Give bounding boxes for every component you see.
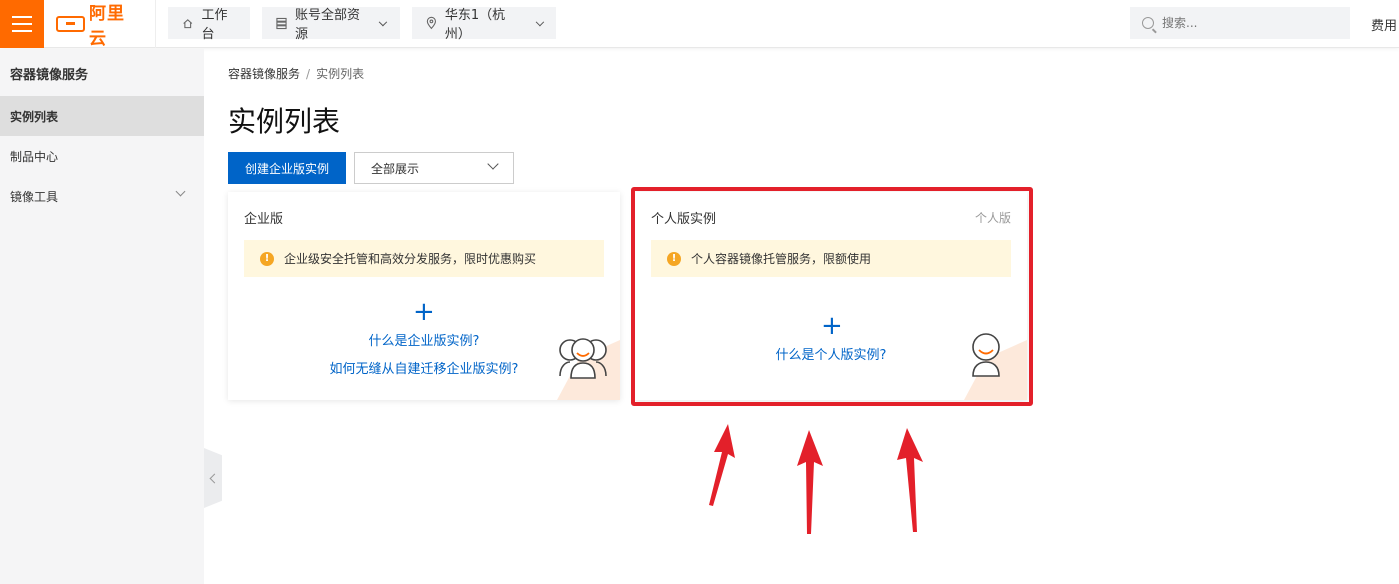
sidebar-item-artifact-center[interactable]: 制品中心 (0, 136, 204, 176)
fee-menu[interactable]: 费用 (1371, 15, 1397, 34)
red-arrow-icon (797, 430, 823, 534)
hamburger-menu-icon[interactable] (0, 0, 44, 48)
account-resources-label: 账号全部资源 (294, 8, 360, 42)
aliyun-logo[interactable]: 阿里云 (56, 0, 156, 49)
red-arrow-icon (709, 424, 735, 506)
chevron-down-icon (535, 17, 544, 26)
enterprise-instance-card: 企业版 ! 企业级安全托管和高效分发服务，限时优惠购买 + 什么是企业版实例? … (228, 192, 620, 400)
sidebar-item-instance-list[interactable]: 实例列表 (0, 96, 204, 136)
sidebar-title: 容器镜像服务 (10, 68, 89, 83)
add-enterprise-instance-icon[interactable]: + (413, 299, 435, 325)
search-input[interactable] (1162, 16, 1322, 30)
enterprise-notice: ! 企业级安全托管和高效分发服务，限时优惠购买 (244, 240, 604, 277)
display-filter-value: 全部展示 (371, 161, 420, 176)
sidebar-collapse-handle[interactable] (204, 448, 222, 508)
sidebar-item-label: 实例列表 (10, 109, 59, 124)
breadcrumb: 容器镜像服务 / 实例列表 (228, 67, 365, 81)
top-bar: 阿里云 工作台 账号全部资源 华东1（杭州） 费用 (0, 0, 1399, 49)
notice-text: 企业级安全托管和高效分发服务，限时优惠购买 (284, 252, 537, 266)
search-box[interactable] (1130, 7, 1350, 39)
sidebar-item-label: 镜像工具 (10, 189, 59, 204)
card-title: 企业版 (244, 212, 284, 227)
location-pin-icon (426, 16, 437, 30)
warning-icon: ! (260, 251, 274, 266)
sidebar: 容器镜像服务 实例列表 制品中心 镜像工具 (0, 49, 204, 584)
chevron-down-icon (487, 158, 499, 170)
logo-text: 阿里云 (89, 4, 126, 49)
home-icon (183, 18, 193, 28)
page-title: 实例列表 (228, 105, 341, 138)
aliyun-logo-icon (56, 16, 86, 32)
workbench-button[interactable]: 工作台 (168, 7, 250, 42)
region-label: 华东1（杭州） (444, 8, 506, 42)
create-enterprise-instance-button[interactable]: 创建企业版实例 (228, 152, 346, 184)
chevron-down-icon (175, 186, 186, 197)
account-resources-dropdown[interactable]: 账号全部资源 (262, 7, 400, 42)
breadcrumb-root[interactable]: 容器镜像服务 (228, 67, 300, 81)
sidebar-item-label: 制品中心 (10, 149, 59, 164)
search-icon (1142, 17, 1154, 29)
team-avatar-icon (559, 338, 607, 379)
display-filter-select[interactable]: 全部展示 (354, 152, 514, 184)
breadcrumb-current: 实例列表 (316, 67, 365, 81)
chevron-down-icon (379, 17, 388, 26)
region-dropdown[interactable]: 华东1（杭州） (412, 7, 556, 42)
red-arrow-icon (897, 428, 923, 532)
workbench-label: 工作台 (201, 8, 228, 42)
highlight-box (631, 187, 1033, 406)
sidebar-item-image-tools[interactable]: 镜像工具 (0, 176, 204, 216)
server-icon (276, 17, 287, 29)
